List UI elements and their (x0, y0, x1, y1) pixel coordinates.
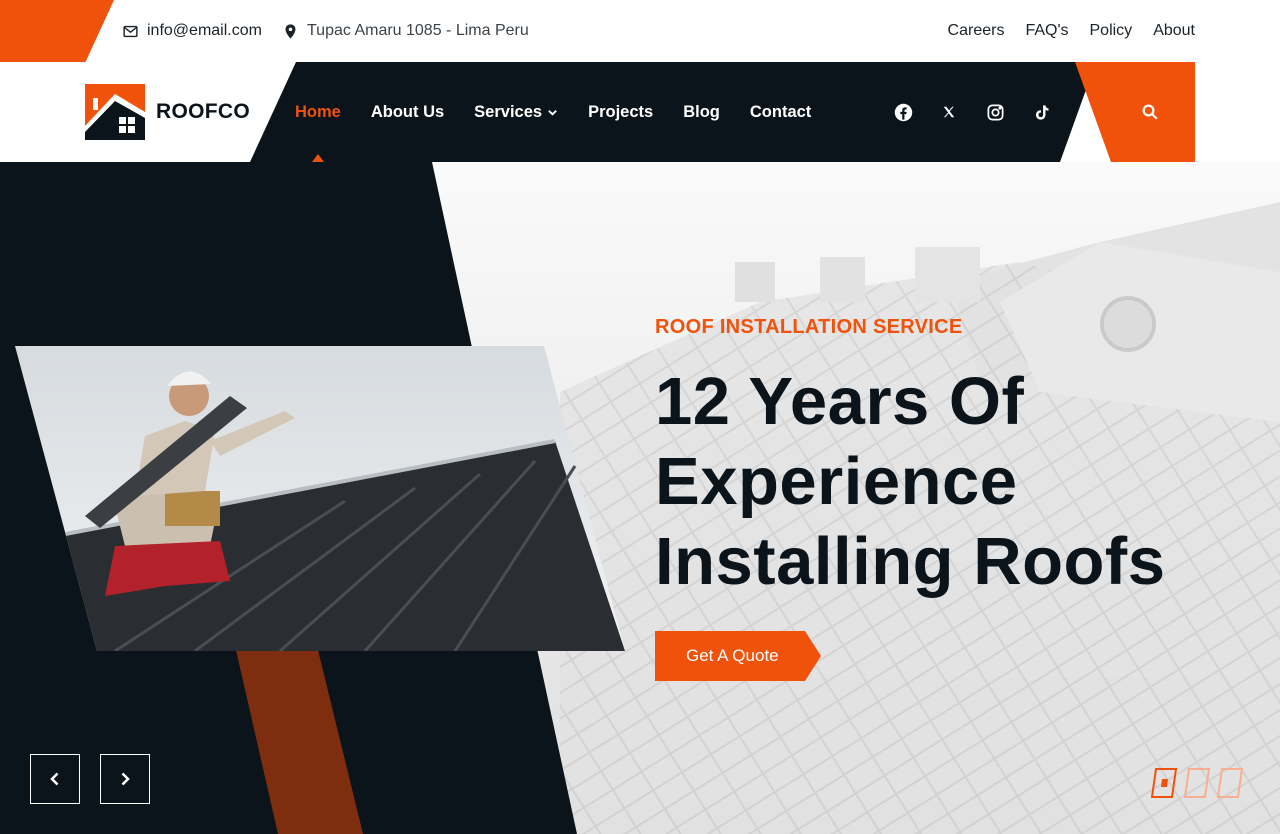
contact-email-text: info@email.com (147, 22, 262, 39)
x-icon[interactable] (939, 102, 959, 122)
social-links (893, 62, 1051, 162)
nav-item-label: Home (295, 102, 341, 121)
map-pin-icon (285, 23, 296, 39)
slider-next-button[interactable] (100, 754, 150, 804)
nav-item-label: Blog (683, 102, 720, 121)
main-nav: Home About Us Services Projects Blog Con… (295, 62, 811, 162)
roofer-photo (15, 346, 625, 651)
slider-dot[interactable] (1183, 767, 1211, 799)
headline-line: Experience (655, 444, 1018, 519)
search-icon (1142, 104, 1158, 120)
get-quote-button[interactable]: Get A Quote (655, 631, 821, 681)
main-header: ROOFCO Home About Us Services Projects B… (0, 62, 1280, 162)
nav-item-contact[interactable]: Contact (750, 62, 811, 162)
nav-item-label: Contact (749, 102, 812, 121)
nav-item-home[interactable]: Home (295, 62, 341, 162)
top-bar: info@email.com Tupac Amaru 1085 - Lima P… (0, 0, 1280, 62)
envelope-icon (123, 25, 138, 37)
house-logo-icon (85, 84, 145, 140)
chevron-down-icon (548, 109, 557, 116)
nav-item-label: Services (474, 102, 543, 121)
headline-line: 12 Years Of (655, 364, 1025, 439)
slider-prev-button[interactable] (30, 754, 80, 804)
instagram-icon[interactable] (985, 102, 1005, 122)
site-logo[interactable]: ROOFCO (85, 84, 250, 140)
slider-dot[interactable] (1216, 767, 1244, 799)
chevron-left-icon (50, 772, 59, 786)
hero-eyebrow: ROOF INSTALLATION SERVICE (655, 316, 963, 338)
hero-headline: 12 Years Of Experience Installing Roofs (655, 362, 1166, 602)
nav-item-projects[interactable]: Projects (588, 62, 653, 162)
contact-address: Tupac Amaru 1085 - Lima Peru (282, 0, 529, 62)
nav-item-services[interactable]: Services (474, 62, 558, 162)
top-link-faqs[interactable]: FAQ's (1025, 22, 1068, 40)
nav-item-label: Projects (588, 102, 654, 121)
nav-item-about-us[interactable]: About Us (371, 62, 444, 162)
slider-dot-active[interactable] (1150, 767, 1178, 799)
top-link-policy[interactable]: Policy (1090, 22, 1133, 40)
nav-item-blog[interactable]: Blog (683, 62, 720, 162)
top-link-about[interactable]: About (1153, 22, 1195, 40)
chevron-right-icon (121, 772, 130, 786)
top-bar-accent (0, 0, 114, 62)
slider-pagination (1150, 767, 1244, 799)
headline-line: Installing Roofs (655, 524, 1166, 599)
top-links: Careers FAQ's Policy About (948, 0, 1195, 62)
search-button[interactable] (1075, 62, 1195, 162)
facebook-icon[interactable] (893, 102, 913, 122)
hero-slider: ROOF INSTALLATION SERVICE 12 Years Of Ex… (0, 162, 1280, 834)
contact-email[interactable]: info@email.com (122, 0, 262, 62)
brand-name: ROOFCO (156, 100, 250, 123)
top-link-careers[interactable]: Careers (948, 22, 1005, 40)
contact-address-text: Tupac Amaru 1085 - Lima Peru (307, 22, 529, 39)
tiktok-icon[interactable] (1031, 102, 1051, 122)
nav-item-label: About Us (370, 102, 445, 121)
